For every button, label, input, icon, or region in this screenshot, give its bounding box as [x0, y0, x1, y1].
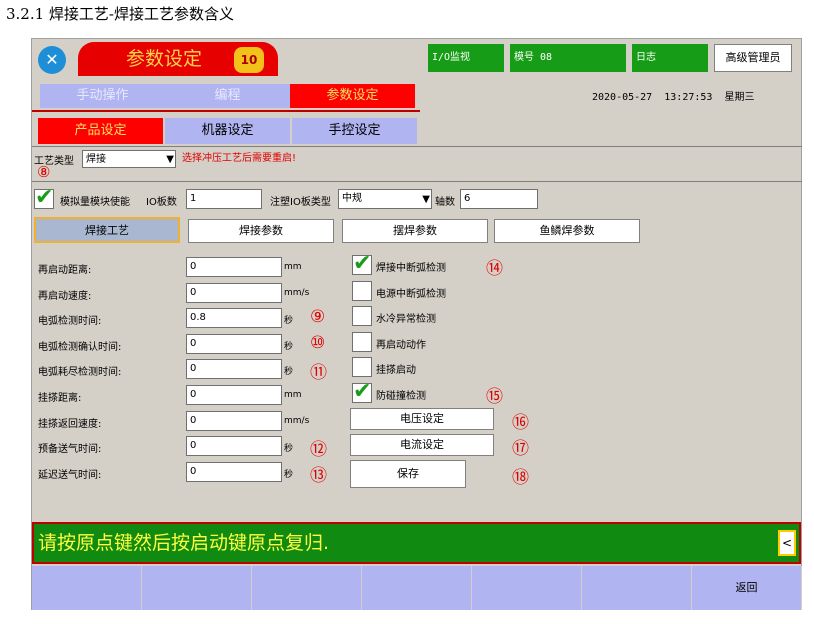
analog-module-checkbox[interactable]: ✔	[34, 187, 54, 209]
tab-hand-control-settings[interactable]: 手控设定	[292, 118, 417, 144]
check-label: 防碰撞检测	[376, 391, 426, 402]
check-marker: ⑭	[486, 259, 503, 279]
check-checkbox[interactable]	[352, 280, 372, 301]
io-monitor-button[interactable]: I/O监视	[428, 44, 504, 72]
bottom-button-1[interactable]	[32, 566, 142, 610]
param-label: 电弧检测确认时间:	[38, 341, 122, 353]
io-type-select[interactable]: 中规 ▼	[338, 189, 432, 209]
tab-parameters[interactable]: 参数设定	[290, 84, 415, 108]
param-input[interactable]: 0	[186, 359, 282, 380]
param-input[interactable]: 0	[186, 461, 282, 482]
tab-fishscale-params[interactable]: 鱼鳞焊参数	[494, 219, 640, 243]
datetime: 2020-05-27 13:27:53 星期三	[592, 92, 755, 103]
log-button[interactable]: 日志	[632, 44, 708, 72]
param-unit: 秒	[284, 367, 294, 378]
wrench-screwdriver-icon[interactable]: ✕	[38, 46, 66, 74]
voltage-settings-button[interactable]: 电压设定	[350, 408, 494, 430]
check-label: 挂搽启动	[376, 365, 416, 377]
param-label: 再启动速度:	[38, 290, 92, 302]
tab-weld-params[interactable]: 焊接参数	[188, 219, 334, 243]
param-input[interactable]: 0	[186, 282, 282, 303]
io-type-label: 注塑IO板类型	[270, 197, 331, 208]
param-input[interactable]: 0	[186, 410, 282, 431]
check-icon: ✔	[35, 185, 54, 210]
status-message: 请按原点键然后按启动键原点复归.	[32, 522, 801, 564]
bottom-button-2[interactable]	[142, 566, 252, 610]
param-unit: 秒	[284, 444, 294, 455]
param-unit: mm	[284, 262, 302, 272]
tab-weld-process[interactable]: 焊接工艺	[34, 217, 180, 243]
param-input[interactable]: 0	[186, 257, 282, 277]
back-button[interactable]: 返回	[692, 566, 802, 610]
param-input[interactable]: 0.8	[186, 308, 282, 329]
param-label: 电弧耗尽检测时间:	[38, 367, 122, 379]
axis-count-input[interactable]: 6	[460, 189, 538, 209]
bottom-button-5[interactable]	[472, 566, 582, 610]
tab-machine-settings[interactable]: 机器设定	[165, 118, 290, 144]
tab-weave-params[interactable]: 摆焊参数	[342, 219, 488, 243]
process-warning: 选择冲压工艺后需要重启!	[182, 153, 297, 164]
bottom-button-6[interactable]	[582, 566, 692, 610]
check-checkbox[interactable]: ✔	[352, 381, 372, 403]
section-heading: 3.2.1 焊接工艺-焊接工艺参数含义	[6, 5, 235, 23]
check-checkbox[interactable]	[352, 357, 372, 378]
param-unit: 秒	[284, 316, 294, 327]
dropdown-arrow-icon: ▼	[166, 154, 174, 165]
marker-17: ⑰	[512, 439, 529, 459]
current-settings-button[interactable]: 电流设定	[350, 434, 494, 456]
param-marker: ⑩	[310, 332, 326, 353]
check-icon: ✔	[353, 379, 372, 404]
axis-count-label: 轴数	[435, 197, 455, 208]
check-label: 电源中断弧检测	[376, 288, 446, 300]
param-marker: ⑪	[310, 363, 327, 384]
save-button[interactable]: 保存	[350, 460, 466, 488]
param-input[interactable]: 0	[186, 436, 282, 457]
io-count-label: IO板数	[146, 197, 177, 208]
bottom-button-3[interactable]	[252, 566, 362, 610]
check-marker: ⑮	[486, 387, 503, 407]
check-label: 水冷异常检测	[376, 314, 436, 326]
param-label: 延迟送气时间:	[38, 469, 102, 481]
marker-8: ⑧	[37, 163, 51, 181]
param-unit: mm/s	[284, 287, 310, 298]
param-marker: ⑬	[310, 465, 327, 486]
param-label: 再启动距离:	[38, 265, 92, 276]
param-input[interactable]: 0	[186, 385, 282, 405]
dropdown-arrow-icon: ▼	[422, 194, 430, 205]
tab-product-settings[interactable]: 产品设定	[38, 118, 163, 144]
bottom-button-4[interactable]	[362, 566, 472, 610]
param-label: 电弧检测时间:	[38, 316, 102, 328]
param-unit: mm	[284, 390, 302, 400]
tab-program[interactable]: 编程	[165, 84, 290, 108]
param-marker: ⑫	[310, 440, 327, 461]
tab-manual[interactable]: 手动操作	[40, 84, 165, 108]
io-count-input[interactable]: 1	[186, 189, 262, 209]
param-label: 预备送气时间:	[38, 444, 102, 456]
check-checkbox[interactable]	[352, 331, 372, 352]
marker-16: ⑯	[512, 413, 529, 433]
param-unit: mm/s	[284, 415, 310, 426]
admin-button[interactable]: 高级管理员	[714, 44, 792, 72]
marker-18: ⑱	[512, 468, 529, 488]
check-label: 焊接中断弧检测	[376, 263, 446, 274]
param-marker: ⑨	[310, 307, 326, 328]
param-unit: 秒	[284, 469, 294, 480]
check-checkbox[interactable]: ✔	[352, 253, 372, 275]
chevron-left-icon[interactable]: <	[778, 530, 796, 556]
process-type-select[interactable]: 焊接 ▼	[82, 150, 176, 168]
check-label: 再启动动作	[376, 339, 426, 351]
model-button[interactable]: 模号 08	[510, 44, 626, 72]
check-checkbox[interactable]	[352, 306, 372, 327]
check-icon: ✔	[353, 251, 372, 276]
param-label: 挂搽距离:	[38, 393, 82, 404]
divider	[32, 110, 420, 112]
param-label: 挂搽返回速度:	[38, 418, 102, 430]
param-input[interactable]: 0	[186, 333, 282, 354]
param-unit: 秒	[284, 341, 294, 352]
page-badge-icon: 10	[234, 47, 264, 73]
analog-module-label: 模拟量模块使能	[60, 197, 130, 208]
